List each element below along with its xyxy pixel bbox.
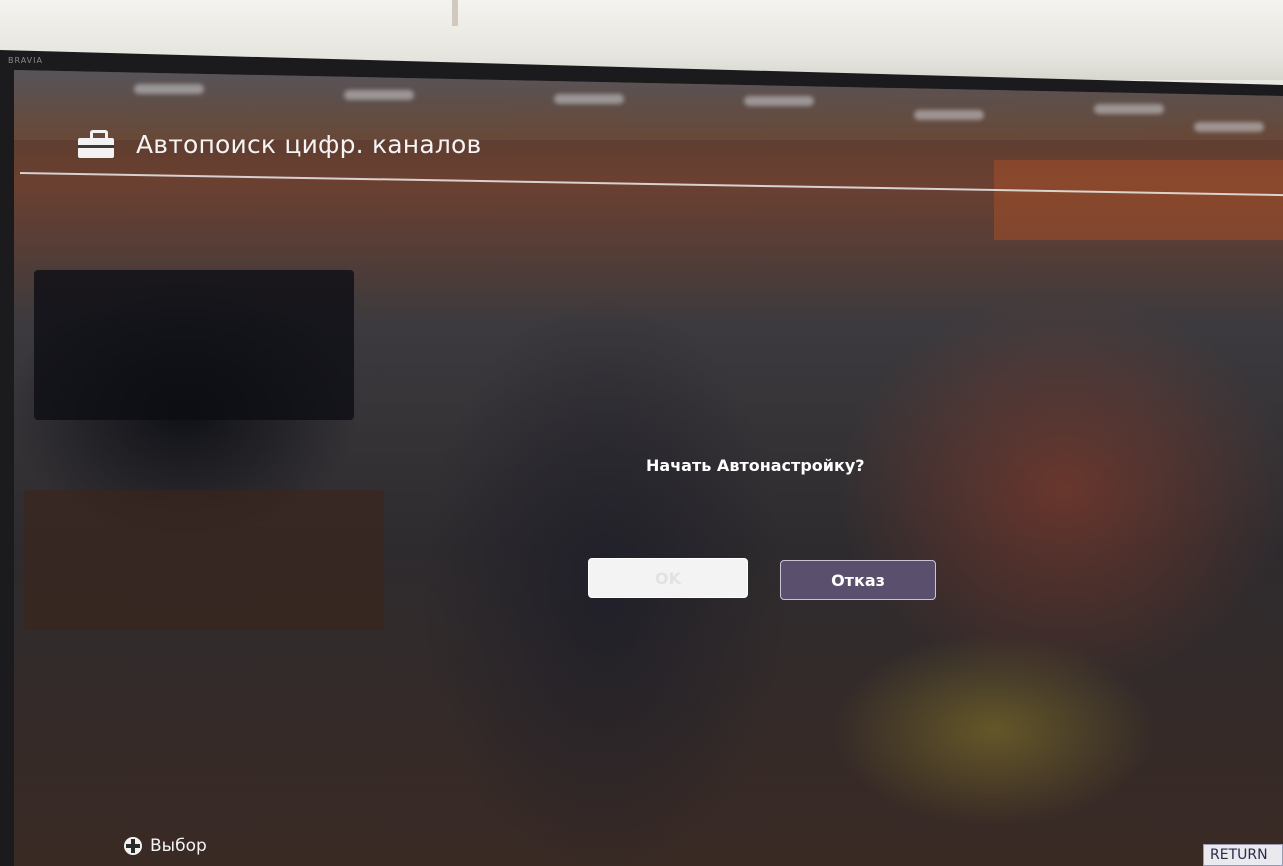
select-label: Выбор — [150, 836, 207, 856]
return-button[interactable]: RETURN — [1203, 844, 1283, 866]
reflection-light — [914, 110, 984, 120]
menu-header: Автопоиск цифр. каналов — [78, 124, 481, 164]
cancel-button[interactable]: Отказ — [780, 560, 936, 600]
toolbox-icon — [78, 130, 114, 158]
page-title: Автопоиск цифр. каналов — [136, 129, 482, 159]
reflection-light — [134, 84, 204, 94]
wall-hook — [452, 0, 458, 26]
screen-reflection-shelf — [24, 490, 384, 630]
dpad-icon — [124, 837, 142, 855]
screen-reflection-wall — [994, 160, 1283, 240]
ok-button[interactable]: OK — [588, 558, 748, 598]
reflection-light — [554, 94, 624, 104]
footer-select-hint: Выбор — [124, 836, 207, 856]
brand-mark: BRAVIA — [8, 56, 43, 65]
reflection-light — [344, 90, 414, 100]
reflection-light — [1094, 104, 1164, 114]
dialog-prompt: Начать Автонастройку? — [646, 456, 865, 475]
reflection-light — [744, 96, 814, 106]
screen-reflection-monitor — [34, 270, 354, 420]
reflection-light — [1194, 122, 1264, 132]
